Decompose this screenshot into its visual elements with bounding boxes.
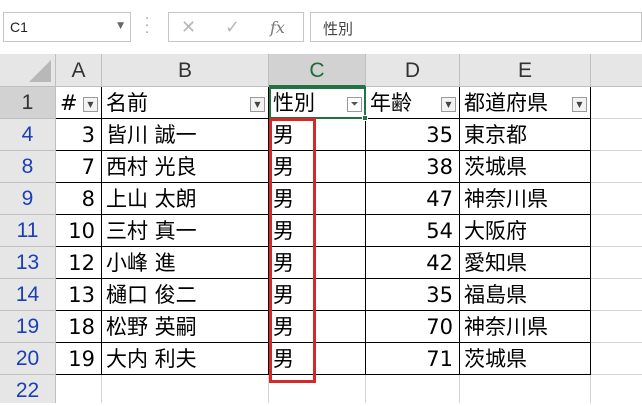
table-cell-age[interactable]: 47 bbox=[366, 183, 460, 215]
row-header[interactable]: 4 bbox=[0, 119, 56, 151]
table-cell-name[interactable]: 三村 真一 bbox=[102, 215, 269, 247]
column-header-f[interactable] bbox=[591, 54, 642, 87]
table-cell-num[interactable]: 8 bbox=[56, 183, 102, 215]
empty-cell[interactable] bbox=[591, 151, 642, 183]
empty-cell[interactable] bbox=[591, 119, 642, 151]
row-header[interactable]: 13 bbox=[0, 247, 56, 279]
column-header-a[interactable]: A bbox=[56, 54, 102, 87]
table-cell-age[interactable]: 35 bbox=[366, 279, 460, 311]
table-cell-name[interactable]: 皆川 誠一 bbox=[102, 119, 269, 151]
header-cell-label: 年齢 bbox=[370, 91, 412, 115]
table-cell-num[interactable]: 10 bbox=[56, 215, 102, 247]
empty-cell[interactable] bbox=[366, 375, 460, 403]
table-cell-num[interactable]: 3 bbox=[56, 119, 102, 151]
table-cell-age[interactable]: 54 bbox=[366, 215, 460, 247]
row-header[interactable]: 8 bbox=[0, 151, 56, 183]
column-header-b[interactable]: B bbox=[102, 54, 269, 87]
formula-bar: C1 ▼ · · · ✕ ✓ fx 性別 bbox=[0, 0, 642, 54]
cancel-icon[interactable]: ✕ bbox=[181, 17, 196, 38]
table-cell-name[interactable]: 大内 利夫 bbox=[102, 343, 269, 375]
formula-input[interactable]: 性別 bbox=[310, 12, 642, 42]
column-header-c[interactable]: C bbox=[269, 54, 366, 87]
empty-cell[interactable] bbox=[591, 247, 642, 279]
table-cell-name[interactable]: 西村 光良 bbox=[102, 151, 269, 183]
enter-icon[interactable]: ✓ bbox=[225, 17, 240, 38]
table-cell-age[interactable]: 70 bbox=[366, 311, 460, 343]
empty-cell[interactable] bbox=[460, 375, 591, 403]
table-cell-num[interactable]: 12 bbox=[56, 247, 102, 279]
column-header-e[interactable]: E bbox=[460, 54, 591, 87]
table-cell-name[interactable]: 小峰 進 bbox=[102, 247, 269, 279]
table-cell-age[interactable]: 42 bbox=[366, 247, 460, 279]
table-cell-pref[interactable]: 神奈川県 bbox=[460, 311, 591, 343]
header-cell-label: # bbox=[60, 91, 78, 115]
row-header[interactable]: 19 bbox=[0, 311, 56, 343]
table-cell-age[interactable]: 38 bbox=[366, 151, 460, 183]
table-cell-age[interactable]: 35 bbox=[366, 119, 460, 151]
filter-dropdown-icon[interactable]: ▼ bbox=[250, 97, 265, 112]
row-header-22[interactable]: 22 bbox=[0, 375, 56, 403]
formula-input-value: 性別 bbox=[323, 20, 354, 38]
empty-cell[interactable] bbox=[591, 87, 642, 119]
column-header-d[interactable]: D bbox=[366, 54, 460, 87]
select-all-icon bbox=[29, 60, 51, 82]
empty-cell[interactable] bbox=[591, 343, 642, 375]
row-header[interactable]: 11 bbox=[0, 215, 56, 247]
row-header[interactable]: 14 bbox=[0, 279, 56, 311]
empty-cell[interactable] bbox=[591, 183, 642, 215]
empty-cell[interactable] bbox=[591, 311, 642, 343]
table-cell-pref[interactable]: 神奈川県 bbox=[460, 183, 591, 215]
row-header[interactable]: 20 bbox=[0, 343, 56, 375]
select-all-button[interactable] bbox=[0, 54, 56, 87]
table-cell-pref[interactable]: 福島県 bbox=[460, 279, 591, 311]
filter-dropdown-icon[interactable]: ▼ bbox=[83, 97, 98, 112]
table-cell-num[interactable]: 18 bbox=[56, 311, 102, 343]
chevron-down-icon[interactable]: ▼ bbox=[117, 21, 124, 31]
table-cell-num[interactable]: 19 bbox=[56, 343, 102, 375]
empty-cell[interactable] bbox=[591, 215, 642, 247]
insert-function-icon[interactable]: fx bbox=[270, 18, 285, 37]
table-cell-pref[interactable]: 東京都 bbox=[460, 119, 591, 151]
table-cell-pref[interactable]: 大阪府 bbox=[460, 215, 591, 247]
table-cell-age[interactable]: 71 bbox=[366, 343, 460, 375]
table-cell-name[interactable]: 松野 英嗣 bbox=[102, 311, 269, 343]
row-header-1[interactable]: 1 bbox=[0, 87, 56, 119]
more-options-icon[interactable]: · · · bbox=[145, 13, 149, 40]
formula-buttons: ✕ ✓ fx bbox=[168, 12, 304, 42]
header-cell-label: 都道府県 bbox=[464, 91, 548, 115]
fill-handle[interactable] bbox=[362, 115, 368, 121]
table-cell-num[interactable]: 7 bbox=[56, 151, 102, 183]
table-cell-pref[interactable]: 愛知県 bbox=[460, 247, 591, 279]
empty-cell[interactable] bbox=[102, 375, 269, 403]
highlight-box bbox=[269, 118, 316, 383]
active-cell-outline bbox=[269, 87, 368, 121]
header-cell-name[interactable]: 名前 bbox=[102, 87, 269, 119]
empty-cell[interactable] bbox=[56, 375, 102, 403]
table-cell-pref[interactable]: 茨城県 bbox=[460, 343, 591, 375]
empty-cell[interactable] bbox=[591, 279, 642, 311]
header-cell-label: 名前 bbox=[106, 91, 148, 115]
filter-dropdown-icon[interactable]: ▼ bbox=[572, 97, 587, 112]
table-cell-name[interactable]: 上山 太朗 bbox=[102, 183, 269, 215]
name-box-value: C1 bbox=[10, 19, 28, 35]
name-box[interactable]: C1 ▼ bbox=[3, 12, 131, 42]
table-cell-pref[interactable]: 茨城県 bbox=[460, 151, 591, 183]
table-cell-name[interactable]: 樋口 俊二 bbox=[102, 279, 269, 311]
filter-dropdown-icon[interactable]: ▼ bbox=[441, 97, 456, 112]
row-header[interactable]: 9 bbox=[0, 183, 56, 215]
table-cell-num[interactable]: 13 bbox=[56, 279, 102, 311]
